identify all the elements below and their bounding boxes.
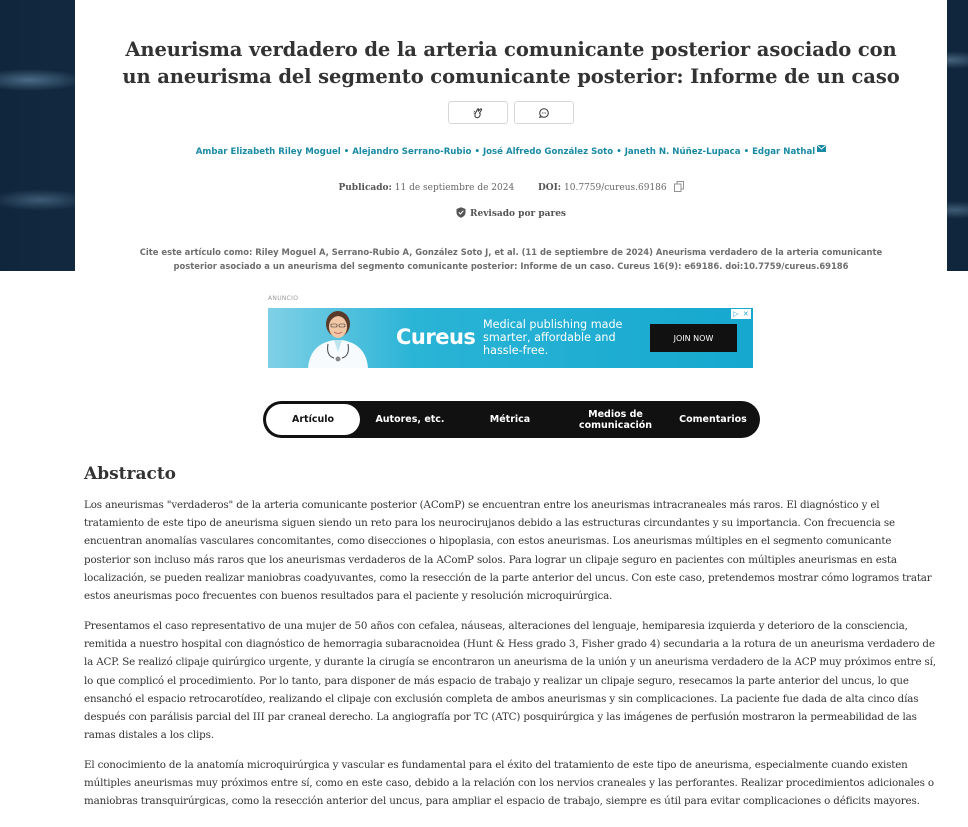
article-title: Aneurisma verdadero de la arteria comuni… (122, 38, 900, 88)
clap-icon (473, 107, 483, 118)
author-link[interactable]: Ambar Elizabeth Riley Moguel (196, 147, 341, 157)
tab-autores[interactable]: Autores, etc. (375, 404, 445, 435)
ad-logo: Cureus (396, 325, 476, 349)
article-tab-bar: Artículo Autores, etc. Métrica Medios de… (263, 401, 760, 438)
abstract-paragraph: El conocimiento de la anatomía microquir… (84, 759, 934, 808)
author-link[interactable]: Alejandro Serrano-Rubio (352, 147, 471, 157)
doctor-illustration (308, 311, 368, 368)
abstract-heading: Abstracto (84, 464, 177, 484)
shield-check-icon (456, 207, 466, 218)
clap-button[interactable] (448, 101, 508, 124)
comment-icon (539, 107, 549, 118)
doi-value: 10.7759/cureus.69186 (564, 183, 667, 193)
author-link[interactable]: Edgar Nathal (752, 147, 815, 157)
publication-meta: Publicado: 11 de septiembre de 2024 DOI:… (75, 181, 947, 195)
author-link[interactable]: José Alfredo González Soto (483, 147, 613, 157)
author-list: Ambar Elizabeth Riley Moguel • Alejandro S… (75, 144, 947, 157)
tab-metrica[interactable]: Métrica (475, 404, 545, 435)
copy-icon[interactable] (673, 181, 684, 195)
tab-medios[interactable]: Medios de comunicación (568, 404, 663, 435)
article-header: Aneurisma verdadero de la arteria comuni… (75, 0, 947, 271)
ad-text: Medical publishing made smarter, afforda… (483, 318, 623, 357)
mail-icon[interactable] (816, 144, 827, 155)
tab-articulo[interactable]: Artículo (266, 404, 360, 435)
tab-comentarios[interactable]: Comentarios (673, 404, 753, 435)
published-date: 11 de septiembre de 2024 (394, 183, 515, 193)
author-link[interactable]: Janeth N. Núñez-Lupaca (625, 147, 741, 157)
advertisement-banner[interactable]: Cureus Medical publishing made smarter, … (268, 308, 753, 368)
citation-text: Cite este artículo como: Riley Moguel A,… (139, 247, 883, 271)
abstract-paragraph: Presentamos el caso representativo de un… (84, 620, 936, 742)
comment-button[interactable] (514, 101, 574, 124)
join-now-button[interactable]: JOIN NOW (650, 324, 737, 352)
ad-close-icon[interactable]: ▷ ✕ (731, 309, 751, 319)
peer-reviewed-badge: Revisado por pares (75, 207, 947, 219)
ad-label: ANUNCIO (268, 295, 299, 302)
abstract-paragraph: Los aneurismas "verdaderos" de la arteri… (84, 499, 932, 603)
